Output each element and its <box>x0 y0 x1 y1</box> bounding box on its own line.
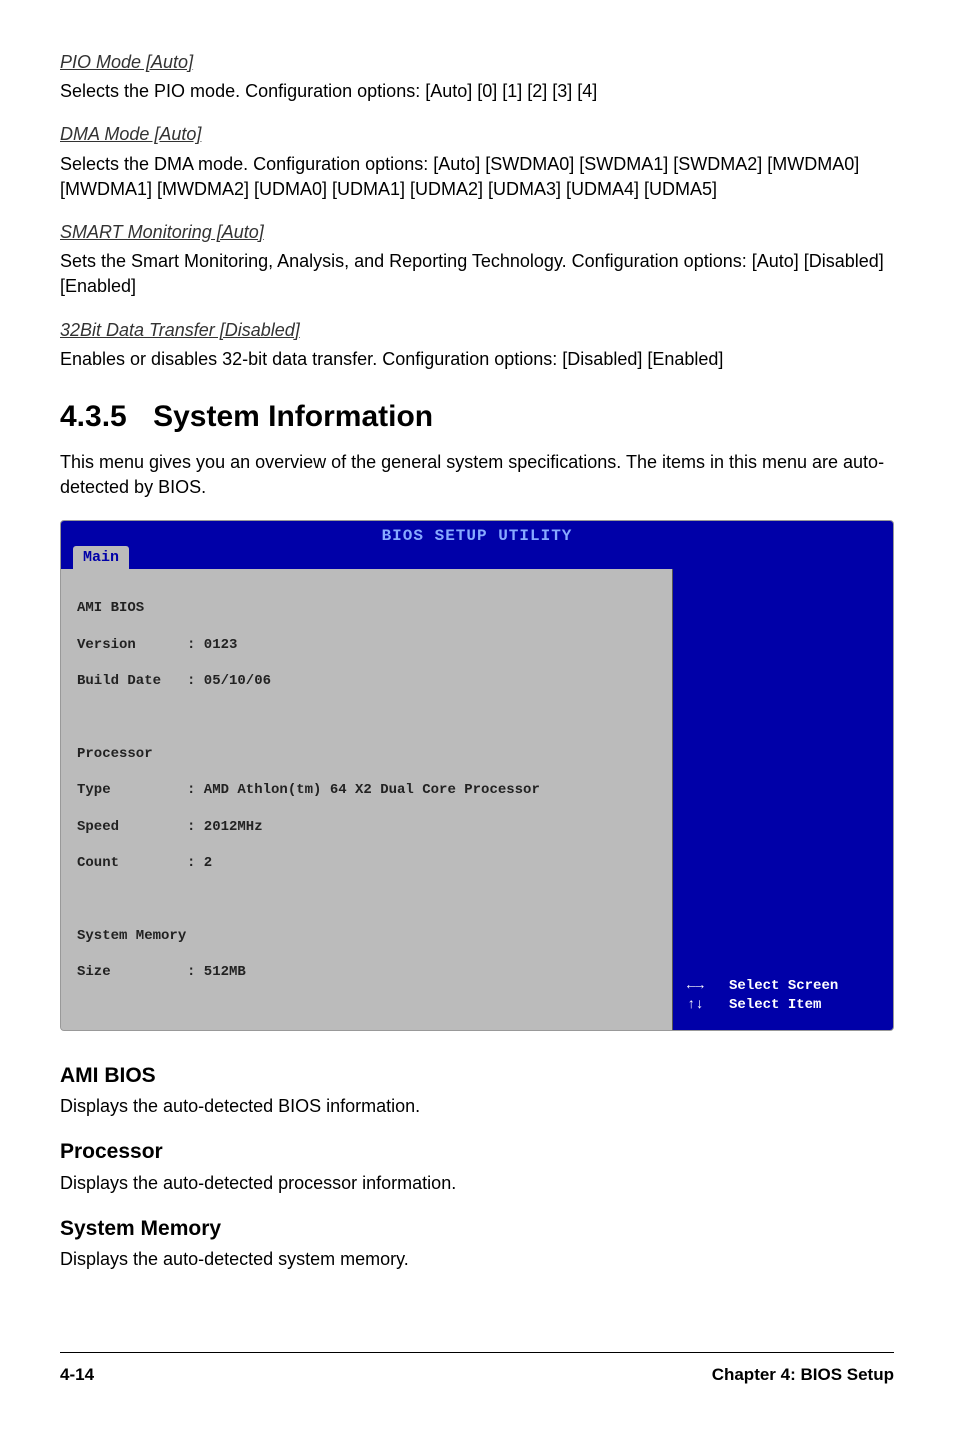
size-value: : 512MB <box>187 964 246 980</box>
32bit-title: 32Bit Data Transfer [Disabled] <box>60 318 894 343</box>
processor-label: Processor <box>77 745 656 763</box>
version-label: Version <box>77 636 187 654</box>
bios-tab-main: Main <box>73 546 129 569</box>
heading-title: System Information <box>153 400 433 433</box>
processor-text: Displays the auto-detected processor inf… <box>60 1171 894 1196</box>
select-screen-label: Select Screen <box>729 978 838 994</box>
pio-mode-section: PIO Mode [Auto] Selects the PIO mode. Co… <box>60 50 894 104</box>
dma-mode-section: DMA Mode [Auto] Selects the DMA mode. Co… <box>60 122 894 202</box>
select-item-label: Select Item <box>729 997 821 1013</box>
build-label: Build Date <box>77 672 187 690</box>
speed-value: : 2012MHz <box>187 819 263 835</box>
version-value: : 0123 <box>187 637 237 653</box>
chapter-label: Chapter 4: BIOS Setup <box>712 1363 894 1387</box>
sysmem-label: System Memory <box>77 927 656 945</box>
smart-text: Sets the Smart Monitoring, Analysis, and… <box>60 249 894 299</box>
ami-bios-label: AMI BIOS <box>77 599 656 617</box>
count-value: : 2 <box>187 855 212 871</box>
pio-mode-title: PIO Mode [Auto] <box>60 50 894 75</box>
bios-title: BIOS SETUP UTILITY <box>71 525 883 547</box>
system-memory-heading: System Memory <box>60 1214 894 1243</box>
smart-title: SMART Monitoring [Auto] <box>60 220 894 245</box>
arrows-lr-icon: ←→ <box>687 978 704 994</box>
page-footer: 4-14 Chapter 4: BIOS Setup <box>60 1352 894 1387</box>
bios-left-panel: AMI BIOS Version: 0123 Build Date: 05/10… <box>61 569 673 1030</box>
bios-help-text: ←→ Select Screen ↑↓ Select Item <box>687 977 838 1016</box>
count-label: Count <box>77 854 187 872</box>
ami-bios-heading: AMI BIOS <box>60 1061 894 1090</box>
speed-label: Speed <box>77 818 187 836</box>
type-value: : AMD Athlon(tm) 64 X2 Dual Core Process… <box>187 782 540 798</box>
pio-mode-text: Selects the PIO mode. Configuration opti… <box>60 79 894 104</box>
processor-section: Processor Displays the auto-detected pro… <box>60 1137 894 1196</box>
type-label: Type <box>77 781 187 799</box>
processor-heading: Processor <box>60 1137 894 1166</box>
bios-right-panel: ←→ Select Screen ↑↓ Select Item <box>673 569 893 1030</box>
dma-mode-title: DMA Mode [Auto] <box>60 122 894 147</box>
bios-header: BIOS SETUP UTILITY Main <box>61 521 893 569</box>
section-heading: 4.3.5 System Information <box>60 396 894 438</box>
build-value: : 05/10/06 <box>187 673 271 689</box>
page-number: 4-14 <box>60 1363 94 1387</box>
system-memory-section: System Memory Displays the auto-detected… <box>60 1214 894 1273</box>
bios-body: AMI BIOS Version: 0123 Build Date: 05/10… <box>61 569 893 1030</box>
system-memory-text: Displays the auto-detected system memory… <box>60 1247 894 1272</box>
smart-monitoring-section: SMART Monitoring [Auto] Sets the Smart M… <box>60 220 894 300</box>
ami-bios-section: AMI BIOS Displays the auto-detected BIOS… <box>60 1061 894 1120</box>
32bit-transfer-section: 32Bit Data Transfer [Disabled] Enables o… <box>60 318 894 372</box>
heading-number: 4.3.5 <box>60 400 127 433</box>
size-label: Size <box>77 963 187 981</box>
dma-mode-text: Selects the DMA mode. Configuration opti… <box>60 152 894 202</box>
intro-paragraph: This menu gives you an overview of the g… <box>60 450 894 500</box>
32bit-text: Enables or disables 32-bit data transfer… <box>60 347 894 372</box>
ami-bios-text: Displays the auto-detected BIOS informat… <box>60 1094 894 1119</box>
bios-window: BIOS SETUP UTILITY Main AMI BIOS Version… <box>60 520 894 1031</box>
arrows-ud-icon: ↑↓ <box>687 997 704 1013</box>
